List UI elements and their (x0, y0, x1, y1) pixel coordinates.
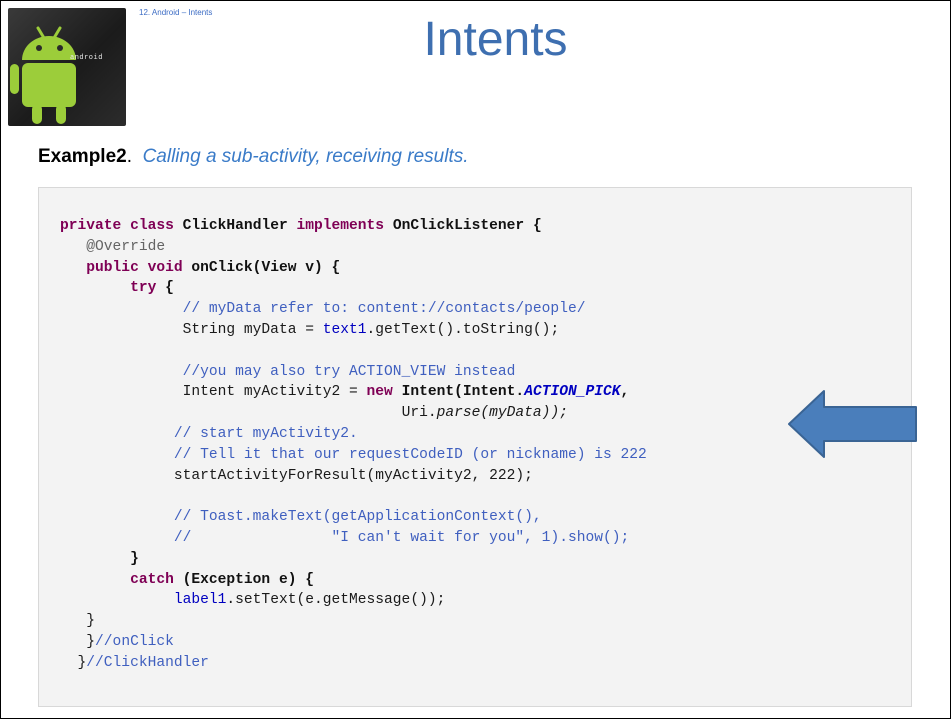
code-line: label1.setText(e.getMessage()); (173, 592, 446, 609)
page-title: Intents (423, 13, 568, 66)
code-line: // Toast.makeText(getApplicationContext(… (173, 509, 542, 526)
code-line: }//onClick (86, 633, 174, 650)
code-line: @Override (86, 238, 166, 255)
example-label: Example2 (38, 146, 127, 167)
code-line: public void onClick(View v) { (86, 259, 341, 276)
code-block: private class ClickHandler implements On… (38, 187, 912, 707)
code-line: } (130, 550, 139, 567)
left-pointing-arrow-icon (788, 390, 917, 458)
code-line: private class ClickHandler implements On… (60, 218, 542, 234)
code-line: // start myActivity2. (173, 425, 358, 442)
example-description: Calling a sub-activity, receiving result… (142, 146, 469, 167)
code-line: // Tell it that our requestCodeID (or ni… (173, 446, 647, 463)
code-line: try { (130, 280, 174, 297)
code-line: }//ClickHandler (77, 654, 209, 671)
code-listing: private class ClickHandler implements On… (60, 216, 647, 674)
example-heading: Example2. Calling a sub-activity, receiv… (38, 146, 469, 168)
code-line: Intent myActivity2 = new Intent(Intent.A… (182, 384, 630, 401)
code-line: catch (Exception e) { (130, 571, 314, 588)
code-line: String myData = text1.getText().toString… (182, 321, 560, 338)
code-line: startActivityForResult(myActivity2, 222)… (173, 467, 533, 484)
example-separator: . (126, 146, 133, 167)
code-line: // "I can't wait for you", 1).show(); (173, 529, 630, 546)
code-line: // myData refer to: content://contacts/p… (182, 301, 586, 318)
code-line: //you may also try ACTION_VIEW instead (182, 363, 516, 380)
code-line: Uri.parse(myData)); (401, 405, 568, 422)
code-line: } (86, 613, 96, 630)
